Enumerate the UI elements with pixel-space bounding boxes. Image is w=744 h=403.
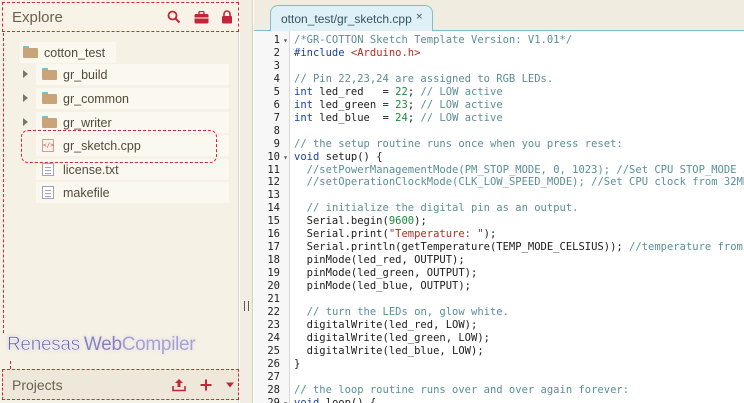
- line-number: 28: [267, 383, 280, 396]
- line-number: 9: [273, 137, 280, 150]
- projects-title: Projects: [12, 377, 63, 393]
- code-line[interactable]: // turn the LEDs on, glow white.: [294, 306, 509, 319]
- tab-gr-sketch-cpp[interactable]: otton_test/gr_sketch.cpp ×: [270, 5, 433, 31]
- code-line[interactable]: /*GR-COTTON Sketch Template Version: V1.…: [294, 34, 572, 47]
- line-number: 16: [267, 228, 280, 241]
- brand-compiler: Compiler: [121, 334, 196, 355]
- code-text-area[interactable]: /*GR-COTTON Sketch Template Version: V1.…: [294, 31, 744, 403]
- brand-renesas: Renesas: [7, 334, 81, 356]
- code-line[interactable]: void setup() {: [294, 151, 383, 164]
- line-number: 13: [267, 189, 280, 202]
- code-line[interactable]: int led_blue = 24; // LOW active: [294, 112, 503, 125]
- line-number: 7: [273, 111, 280, 124]
- search-icon[interactable]: [165, 8, 183, 26]
- code-line[interactable]: Serial.begin(9600);: [294, 215, 427, 228]
- tab-label: otton_test/gr_sketch.cpp: [281, 12, 412, 26]
- dropdown-icon[interactable]: [221, 376, 239, 394]
- brand-web: Web: [83, 334, 122, 355]
- expand-arrow-icon[interactable]: [23, 118, 28, 126]
- line-number: 14: [267, 202, 280, 215]
- text-file-icon: [42, 163, 54, 176]
- selection-highlight: [21, 130, 217, 163]
- line-number: 1 ▾: [273, 34, 288, 47]
- line-number: 11: [267, 163, 280, 176]
- tree-item-label: gr_common: [63, 91, 129, 106]
- line-number: 4: [273, 72, 280, 85]
- code-line[interactable]: digitalWrite(led_blue, LOW);: [294, 345, 484, 358]
- code-line[interactable]: digitalWrite(led_red, LOW);: [294, 319, 478, 332]
- text-file-icon: [42, 186, 54, 199]
- file-tree: cotton_test gr_build gr_common gr_writer…: [3, 33, 237, 333]
- code-line[interactable]: pinMode(led_red, OUTPUT);: [294, 254, 465, 267]
- line-number: 27: [267, 370, 280, 383]
- fold-arrow-icon[interactable]: ▾: [283, 151, 288, 164]
- line-number: 5: [273, 85, 280, 98]
- line-number: 12: [267, 176, 280, 189]
- code-line[interactable]: // the loop routine runs over and over a…: [294, 384, 629, 397]
- tree-item-label: gr_build: [63, 67, 108, 82]
- explore-header: Explore: [2, 2, 239, 32]
- line-number: 15: [267, 215, 280, 228]
- line-number: 26: [267, 357, 280, 370]
- line-number: 25: [267, 344, 280, 357]
- line-number: 18: [267, 254, 280, 267]
- expand-arrow-icon[interactable]: [23, 70, 28, 78]
- explorer-panel: Explore cotton_test gr_build gr_common g…: [0, 0, 239, 403]
- line-number: 19: [267, 267, 280, 280]
- code-line[interactable]: pinMode(led_blue, OUTPUT);: [294, 280, 471, 293]
- line-number: 23: [267, 318, 280, 331]
- line-number: 21: [267, 293, 280, 305]
- line-number: 8: [273, 124, 280, 137]
- panel-splitter[interactable]: [240, 0, 253, 403]
- tree-root-label: cotton_test: [44, 45, 106, 60]
- line-number: 2: [273, 46, 280, 59]
- line-number: 10 ▾: [267, 150, 288, 164]
- code-line[interactable]: //setOperationClockMode(CLK_LOW_SPEED_MO…: [294, 176, 744, 189]
- code-line[interactable]: pinMode(led_green, OUTPUT);: [294, 267, 478, 280]
- fold-arrow-icon[interactable]: ▾: [283, 397, 288, 403]
- explore-title: Explore: [12, 9, 63, 26]
- code-line[interactable]: Serial.print("Temperature: ");: [294, 228, 497, 241]
- folder-icon: [23, 46, 38, 58]
- plus-icon[interactable]: [197, 376, 215, 394]
- code-line[interactable]: void loop() {: [294, 397, 376, 403]
- line-number-gutter: 1 ▾ 2 3 4 5 6 7 8 9 10 ▾ 11 12 13 14 15 16 17 18 19 20 21 22 23 2…: [254, 31, 290, 403]
- line-number: 6: [273, 98, 280, 111]
- upload-icon[interactable]: [170, 376, 188, 394]
- lock-icon[interactable]: [218, 8, 236, 26]
- editor-tabbar: otton_test/gr_sketch.cpp ×: [254, 0, 744, 31]
- projects-bar: Projects: [2, 369, 239, 400]
- folder-icon: [42, 68, 57, 80]
- code-line[interactable]: // initialize the digital pin as an outp…: [294, 202, 579, 215]
- code-line[interactable]: #include <Arduino.h>: [294, 47, 420, 60]
- line-number: 20: [267, 280, 280, 293]
- code-line[interactable]: // Pin 22,23,24 are assigned to RGB LEDs…: [294, 73, 553, 86]
- code-line[interactable]: //setPowerManagementMode(PM_STOP_MODE, 0…: [294, 164, 744, 177]
- dashed-connector: [10, 361, 16, 369]
- briefcase-icon[interactable]: [192, 8, 210, 26]
- folder-icon: [42, 92, 57, 104]
- tree-item-label: gr_writer: [63, 115, 112, 130]
- brand-logo: Renesas WebCompiler: [7, 334, 196, 356]
- splitter-grip-icon[interactable]: [244, 301, 249, 311]
- line-number: 24: [267, 331, 280, 344]
- line-number: 22: [267, 305, 280, 318]
- folder-icon: [42, 116, 57, 128]
- line-number: 29▾: [253, 397, 289, 403]
- code-line[interactable]: digitalWrite(led_green, LOW);: [294, 332, 490, 345]
- line-number: 17: [267, 241, 280, 254]
- fold-arrow-icon[interactable]: ▾: [283, 34, 288, 47]
- tree-item-label: license.txt: [63, 162, 119, 177]
- code-line[interactable]: }: [294, 358, 300, 371]
- code-line[interactable]: // the setup routine runs once when you …: [294, 138, 623, 151]
- tree-item-label: makefile: [63, 185, 110, 200]
- line-number: 3: [273, 59, 280, 72]
- code-line[interactable]: int led_green = 23; // LOW active: [294, 99, 503, 112]
- expand-arrow-icon[interactable]: [23, 94, 28, 102]
- code-line[interactable]: Serial.println(getTemperature(TEMP_MODE_…: [294, 241, 744, 254]
- code-editor: otton_test/gr_sketch.cpp × 1 ▾ 2 3 4 5 6 7 8 9 10 ▾…: [254, 0, 744, 403]
- code-line[interactable]: int led_red = 22; // LOW active: [294, 86, 503, 99]
- close-icon[interactable]: ×: [415, 12, 423, 22]
